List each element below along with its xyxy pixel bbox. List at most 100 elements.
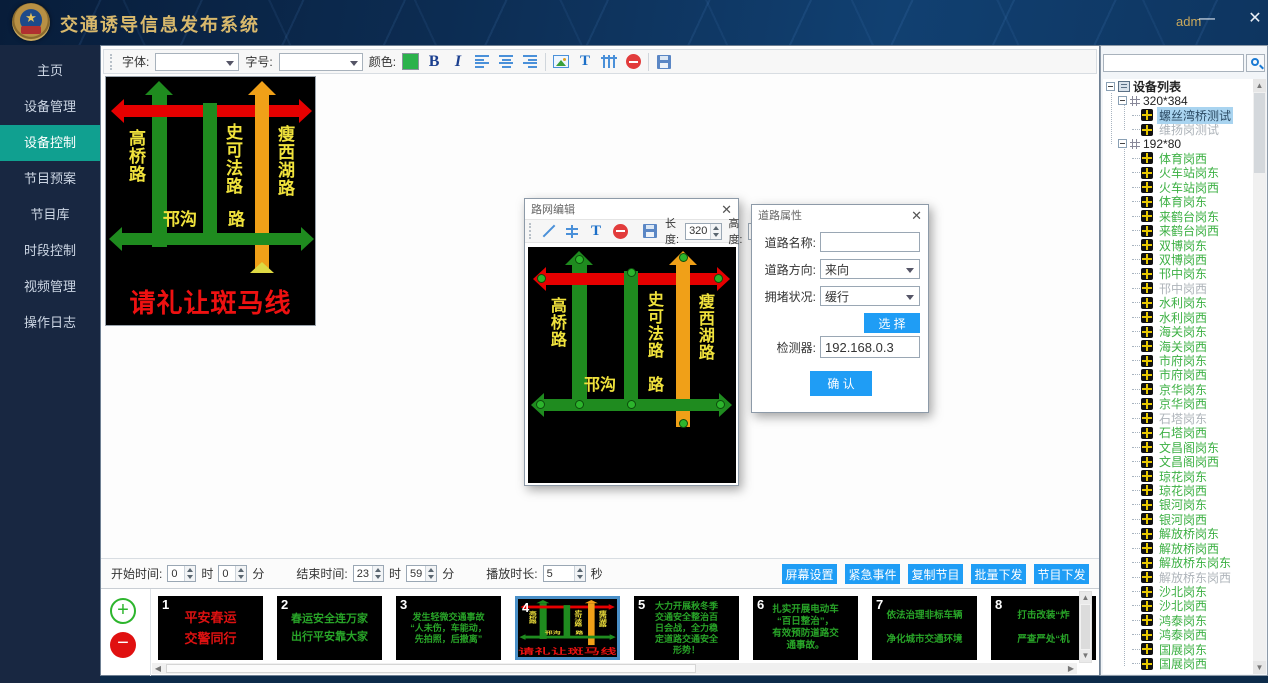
- collapse-icon[interactable]: [1118, 139, 1127, 148]
- traffic-light-icon: [1141, 210, 1153, 222]
- playlist-horizontal-scrollbar[interactable]: ◀ ▶: [152, 663, 1077, 674]
- start-minute-spinner[interactable]: 0: [218, 565, 247, 582]
- dialog-title-bar[interactable]: 道路属性 ✕: [752, 205, 928, 225]
- insert-image-button[interactable]: [552, 52, 570, 71]
- align-left-button[interactable]: [473, 52, 491, 71]
- program-send-button[interactable]: 节目下发: [1034, 564, 1089, 584]
- edit-handle[interactable]: [679, 419, 688, 428]
- edit-handle[interactable]: [627, 268, 636, 277]
- remove-program-button[interactable]: −: [110, 632, 136, 658]
- device-tree-item[interactable]: 国展岗西: [1103, 657, 1254, 671]
- spinner-arrows[interactable]: [184, 566, 195, 581]
- close-button[interactable]: ✕: [1244, 8, 1266, 30]
- collapse-icon[interactable]: [1118, 96, 1127, 105]
- italic-button[interactable]: I: [449, 52, 467, 71]
- scrollbar-thumb[interactable]: [1254, 93, 1265, 173]
- font-size-select[interactable]: [279, 53, 363, 71]
- crossroad-tool-button[interactable]: [563, 222, 581, 241]
- minimize-button[interactable]: —: [1196, 8, 1218, 30]
- edit-handle[interactable]: [627, 400, 636, 409]
- road-network-canvas[interactable]: 高桥路 史可法路 瘦西湖路 邗沟 路: [528, 247, 736, 483]
- program-thumbnail-5[interactable]: 5 大力开展秋冬季交通安全整治百日会战，全力稳定道路交通安全形势！: [634, 596, 739, 660]
- sidebar-item[interactable]: 主页: [0, 53, 100, 89]
- length-spinner[interactable]: 320: [685, 223, 722, 240]
- program-thumbnail-1[interactable]: 1 平安春运交警同行: [158, 596, 263, 660]
- scroll-down-arrow[interactable]: ▼: [1253, 661, 1266, 674]
- text-tool-button[interactable]: T: [576, 52, 594, 71]
- delete-button[interactable]: [624, 52, 642, 71]
- scroll-up-arrow[interactable]: ▲: [1253, 79, 1266, 92]
- edit-handle[interactable]: [714, 274, 723, 283]
- congestion-select[interactable]: 缓行: [820, 286, 920, 306]
- end-minute-spinner[interactable]: 59: [406, 565, 437, 582]
- sidebar-item[interactable]: 视频管理: [0, 269, 100, 305]
- sidebar-item[interactable]: 节目库: [0, 197, 100, 233]
- road-name-input[interactable]: [820, 232, 920, 252]
- batch-send-button[interactable]: 批量下发: [971, 564, 1026, 584]
- program-thumbnail-7[interactable]: 7 依法治理非标车辆净化城市交通环境: [872, 596, 977, 660]
- font-select[interactable]: [155, 53, 239, 71]
- program-number: 3: [400, 597, 407, 612]
- draw-line-button[interactable]: [539, 222, 557, 241]
- device-tree-item[interactable]: 维扬岗测试: [1103, 122, 1254, 136]
- duration-spinner[interactable]: 5: [543, 565, 586, 582]
- copy-program-button[interactable]: 复制节目: [908, 564, 963, 584]
- screen-settings-button[interactable]: 屏幕设置: [782, 564, 837, 584]
- roadnet-tool-button[interactable]: [600, 52, 618, 71]
- device-search-button[interactable]: [1246, 54, 1265, 72]
- emergency-event-button[interactable]: 紧急事件: [845, 564, 900, 584]
- save-button[interactable]: [655, 52, 673, 71]
- road-direction-select[interactable]: 来向: [820, 259, 920, 279]
- traffic-light-icon: [1141, 369, 1153, 381]
- sidebar-item[interactable]: 设备控制: [0, 125, 100, 161]
- sidebar-item[interactable]: 操作日志: [0, 305, 100, 341]
- spinner-arrows[interactable]: [574, 566, 585, 581]
- program-thumbnail-2[interactable]: 2 春运安全连万家出行平安靠大家: [277, 596, 382, 660]
- program-thumbnail-6[interactable]: 6 扎实开展电动车“百日整治”，有效预防道路交通事故。: [753, 596, 858, 660]
- edit-handle[interactable]: [575, 400, 584, 409]
- add-program-button[interactable]: +: [110, 598, 136, 624]
- edit-handle[interactable]: [716, 400, 725, 409]
- program-thumbnail-8[interactable]: 8 打击改装“炸严查严处“机: [991, 596, 1096, 660]
- dialog-title-bar[interactable]: 路网编辑 ✕: [525, 199, 738, 219]
- text-tool-button[interactable]: T: [587, 222, 605, 241]
- detector-input[interactable]: 192.168.0.3: [820, 336, 920, 358]
- scrollbar-thumb[interactable]: [166, 664, 696, 673]
- edit-handle[interactable]: [536, 400, 545, 409]
- align-center-button[interactable]: [497, 52, 515, 71]
- resolution-group-icon: [1130, 139, 1140, 149]
- save-button[interactable]: [641, 222, 659, 241]
- program-thumbnail-3[interactable]: 3 发生轻微交通事故“人未伤，车能动，先拍照，后撤离”: [396, 596, 501, 660]
- sidebar-item[interactable]: 设备管理: [0, 89, 100, 125]
- traffic-light-icon: [1141, 239, 1153, 251]
- device-tree-scrollbar[interactable]: ▲ ▼: [1253, 79, 1266, 674]
- bold-button[interactable]: B: [425, 52, 443, 71]
- align-right-button[interactable]: [521, 52, 539, 71]
- color-swatch[interactable]: [402, 53, 419, 70]
- collapse-icon[interactable]: [1106, 82, 1115, 91]
- delete-button[interactable]: [611, 222, 629, 241]
- program-text: 打击改装“炸严查严处“机: [991, 596, 1096, 660]
- select-detector-button[interactable]: 选 择: [864, 313, 920, 333]
- edit-handle[interactable]: [679, 253, 688, 262]
- sidebar-item[interactable]: 时段控制: [0, 233, 100, 269]
- end-hour-spinner[interactable]: 23: [353, 565, 384, 582]
- edit-handle[interactable]: [537, 274, 546, 283]
- device-tree-root[interactable]: 设备列表: [1103, 79, 1254, 93]
- traffic-light-icon: [1141, 614, 1153, 626]
- edit-handle[interactable]: [575, 255, 584, 264]
- spinner-arrows[interactable]: [372, 566, 383, 581]
- scroll-left-arrow[interactable]: ◀: [152, 663, 164, 674]
- program-thumbnail-4-selected[interactable]: 4 高桥路 史可法路 瘦西湖路 邗沟 路 请礼让斑马线: [515, 596, 620, 660]
- led-preview-canvas[interactable]: 高桥路 史可法路 瘦西湖路 邗沟 路 请礼让斑马线: [105, 76, 316, 326]
- start-hour-spinner[interactable]: 0: [167, 565, 196, 582]
- spinner-arrows[interactable]: [425, 566, 436, 581]
- scroll-right-arrow[interactable]: ▶: [1065, 663, 1077, 674]
- close-icon[interactable]: ✕: [721, 203, 732, 216]
- sidebar-item[interactable]: 节目预案: [0, 161, 100, 197]
- device-search-input[interactable]: [1103, 54, 1244, 72]
- program-number: 2: [281, 597, 288, 612]
- close-icon[interactable]: ✕: [911, 209, 922, 222]
- spinner-arrows[interactable]: [235, 566, 246, 581]
- confirm-button[interactable]: 确 认: [810, 371, 872, 396]
